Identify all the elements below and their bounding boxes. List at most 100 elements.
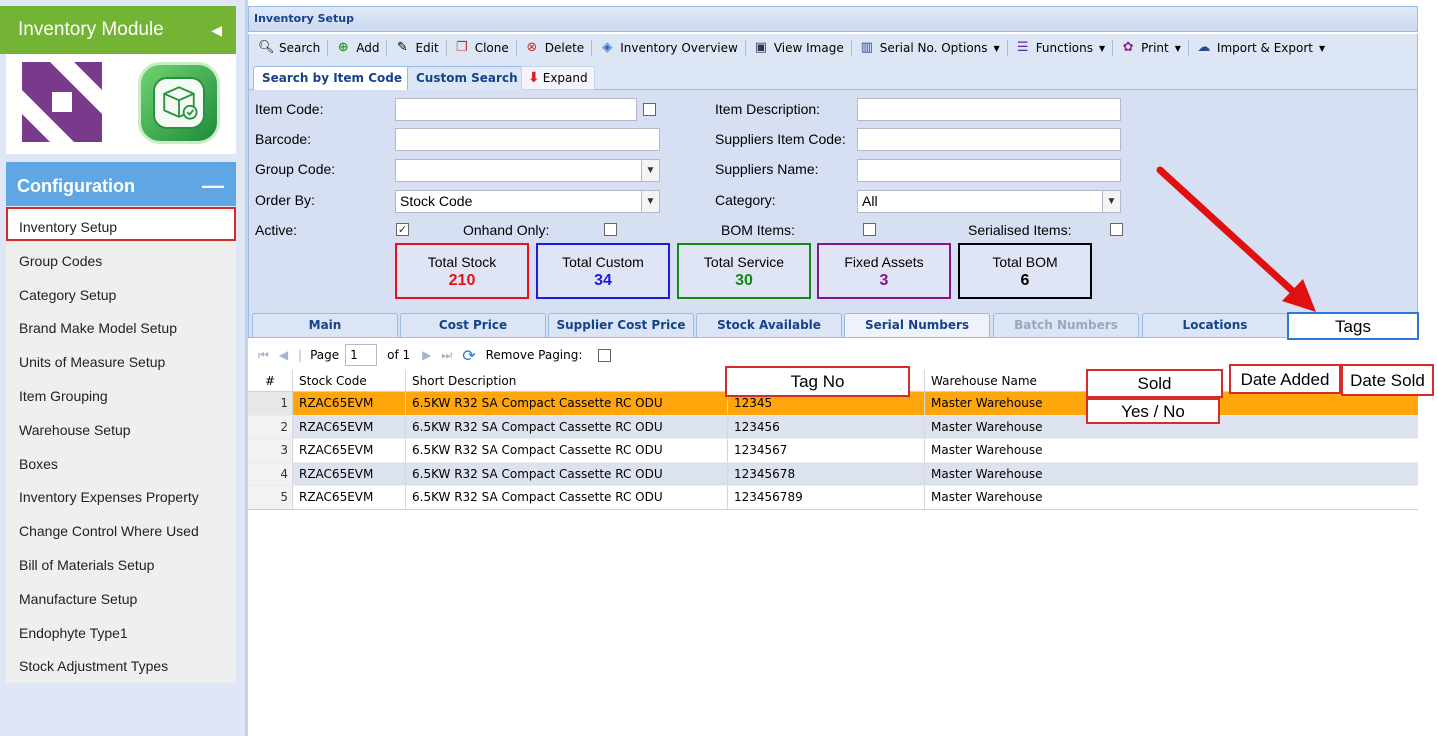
bom-items-checkbox[interactable] — [863, 223, 876, 236]
item-description-input[interactable] — [857, 98, 1121, 121]
functions-icon: ☰ — [1016, 40, 1029, 55]
import-export-button[interactable]: ☁ Import & Export ▼ — [1191, 37, 1330, 59]
functions-button[interactable]: ☰ Functions ▼ — [1010, 37, 1110, 59]
remove-paging-checkbox[interactable] — [598, 348, 612, 362]
stat-total-service[interactable]: Total Service 30 — [677, 243, 811, 299]
inventory-overview-label: Inventory Overview — [620, 41, 738, 55]
tab-supplier-cost-price[interactable]: Supplier Cost Price — [548, 313, 694, 337]
search-button[interactable]: 🔍︎ Search — [253, 37, 325, 59]
package-check-icon — [163, 86, 198, 120]
configuration-header[interactable]: Configuration — — [6, 162, 236, 206]
stat-total-stock[interactable]: Total Stock 210 — [395, 243, 529, 299]
barcode-input[interactable] — [395, 128, 660, 151]
stat-value: 210 — [448, 272, 476, 289]
sidebar-item-brand-make-model[interactable]: Brand Make Model Setup — [6, 308, 236, 342]
serial-options-button[interactable]: ▥ Serial No. Options ▼ — [854, 37, 1005, 59]
next-page-icon[interactable]: ▶ — [422, 348, 431, 362]
stat-label: Total BOM — [992, 254, 1058, 270]
serial-cell: 12345678 — [728, 462, 925, 485]
edit-button[interactable]: ✎ Edit — [389, 37, 443, 59]
toolbar-separator — [327, 40, 329, 56]
serialised-items-checkbox[interactable] — [1110, 223, 1123, 236]
sidebar-item-warehouse-setup[interactable]: Warehouse Setup — [6, 410, 236, 444]
tab-serial-numbers[interactable]: Serial Numbers — [844, 313, 990, 337]
first-page-icon[interactable]: ⏮ — [258, 348, 269, 363]
view-image-label: View Image — [773, 41, 844, 55]
collapse-sidebar-icon[interactable]: ◀ — [211, 6, 222, 54]
active-checkbox[interactable]: ✓ — [396, 223, 409, 236]
tab-main[interactable]: Main — [252, 313, 398, 337]
group-code-select[interactable]: ▼ — [395, 159, 660, 182]
add-button[interactable]: ⊕ Add — [330, 37, 384, 59]
search-panel: Item Code: Barcode: Group Code: ▼ Order … — [248, 90, 1418, 310]
chevron-down-icon: ▼ — [1319, 43, 1326, 53]
sidebar-item-category-setup[interactable]: Category Setup — [6, 275, 236, 309]
sidebar-item-group-codes[interactable]: Group Codes — [6, 241, 236, 275]
warehouse-cell: Master Warehouse — [931, 443, 1043, 457]
row-number: 1 — [248, 392, 293, 415]
stock-code-cell: RZAC65EVM — [293, 439, 406, 462]
print-button[interactable]: ✿ Print ▼ — [1115, 37, 1186, 59]
item-code-input[interactable] — [395, 98, 637, 121]
chevron-down-icon[interactable]: ▼ — [641, 160, 659, 181]
chevron-down-icon[interactable]: ▼ — [1102, 191, 1120, 212]
chevron-down-icon[interactable]: ▼ — [641, 191, 659, 212]
onhand-only-checkbox[interactable] — [604, 223, 617, 236]
page-number-input[interactable]: 1 — [345, 344, 378, 366]
sidebar-item-endophyte-type1[interactable]: Endophyte Type1 — [6, 613, 236, 647]
category-label: Category: — [715, 192, 776, 208]
sidebar-item-inventory-setup[interactable]: Inventory Setup — [6, 207, 236, 241]
page-title: Inventory Setup — [248, 6, 1418, 32]
column-header-short-description[interactable]: Short Description — [406, 370, 728, 391]
order-by-select[interactable]: Stock Code ▼ — [395, 190, 660, 213]
sidebar-item-item-grouping[interactable]: Item Grouping — [6, 376, 236, 410]
tab-stock-available[interactable]: Stock Available — [696, 313, 842, 337]
suppliers-name-input[interactable] — [857, 159, 1121, 182]
row-number: 5 — [248, 486, 293, 509]
sidebar-item-inventory-expenses[interactable]: Inventory Expenses Property — [6, 477, 236, 511]
sidebar-item-manufacture-setup[interactable]: Manufacture Setup — [6, 579, 236, 613]
table-row[interactable]: 3 RZAC65EVM 6.5KW R32 SA Compact Cassett… — [248, 439, 1418, 463]
page-label: Page — [310, 348, 340, 362]
tab-search-by-item-code[interactable]: Search by Item Code — [253, 66, 412, 91]
search-label: Search — [279, 41, 321, 55]
delete-button[interactable]: ⊗ Delete — [519, 37, 589, 59]
item-code-checkbox[interactable] — [643, 103, 656, 116]
prev-page-icon[interactable]: ◀ — [279, 348, 288, 362]
table-row[interactable]: 5 RZAC65EVM 6.5KW R32 SA Compact Cassett… — [248, 486, 1418, 510]
clone-button[interactable]: ❐ Clone — [449, 37, 514, 59]
sidebar-item-bom-setup[interactable]: Bill of Materials Setup — [6, 545, 236, 579]
tab-locations[interactable]: Locations — [1142, 313, 1288, 337]
functions-label: Functions — [1035, 41, 1093, 55]
tab-batch-numbers: Batch Numbers — [993, 313, 1139, 337]
view-image-button[interactable]: ▣ View Image — [748, 37, 849, 59]
inventory-overview-button[interactable]: ◈ Inventory Overview — [594, 37, 743, 59]
toolbar: 🔍︎ Search ⊕ Add ✎ Edit ❐ Clone ⊗ Delete ◈ Inve… — [248, 34, 1418, 62]
category-select[interactable]: All ▼ — [857, 190, 1121, 213]
sidebar-item-units-of-measure[interactable]: Units of Measure Setup — [6, 342, 236, 376]
collapse-minus-icon[interactable]: — — [202, 162, 224, 210]
order-by-label: Order By: — [255, 192, 315, 208]
sidebar-item-change-control[interactable]: Change Control Where Used — [6, 511, 236, 545]
chevron-down-icon: ▼ — [1174, 43, 1181, 53]
annotation-date-added: Date Added — [1229, 364, 1341, 394]
suppliers-item-code-input[interactable] — [857, 128, 1121, 151]
sidebar-item-stock-adjustment-types[interactable]: Stock Adjustment Types — [6, 646, 236, 680]
expand-button[interactable]: ⬇ Expand — [521, 66, 595, 90]
last-page-icon[interactable]: ⏭ — [441, 348, 452, 363]
stat-total-custom[interactable]: Total Custom 34 — [536, 243, 670, 299]
tab-custom-search[interactable]: Custom Search — [407, 66, 527, 90]
stat-total-bom[interactable]: Total BOM 6 — [958, 243, 1092, 299]
refresh-icon[interactable]: ⟳ — [462, 346, 475, 365]
column-header-stock-code[interactable]: Stock Code — [293, 370, 406, 391]
tab-cost-price[interactable]: Cost Price — [400, 313, 546, 337]
column-header-number[interactable]: # — [248, 370, 293, 391]
order-by-value: Stock Code — [400, 193, 473, 209]
toolbar-separator — [1006, 40, 1008, 56]
table-row[interactable]: 2 RZAC65EVM 6.5KW R32 SA Compact Cassett… — [248, 415, 1418, 439]
table-row[interactable]: 4 RZAC65EVM 6.5KW R32 SA Compact Cassett… — [248, 462, 1418, 486]
sidebar-item-boxes[interactable]: Boxes — [6, 444, 236, 478]
clone-label: Clone — [474, 41, 509, 55]
stat-fixed-assets[interactable]: Fixed Assets 3 — [817, 243, 951, 299]
row-number: 3 — [248, 439, 293, 462]
